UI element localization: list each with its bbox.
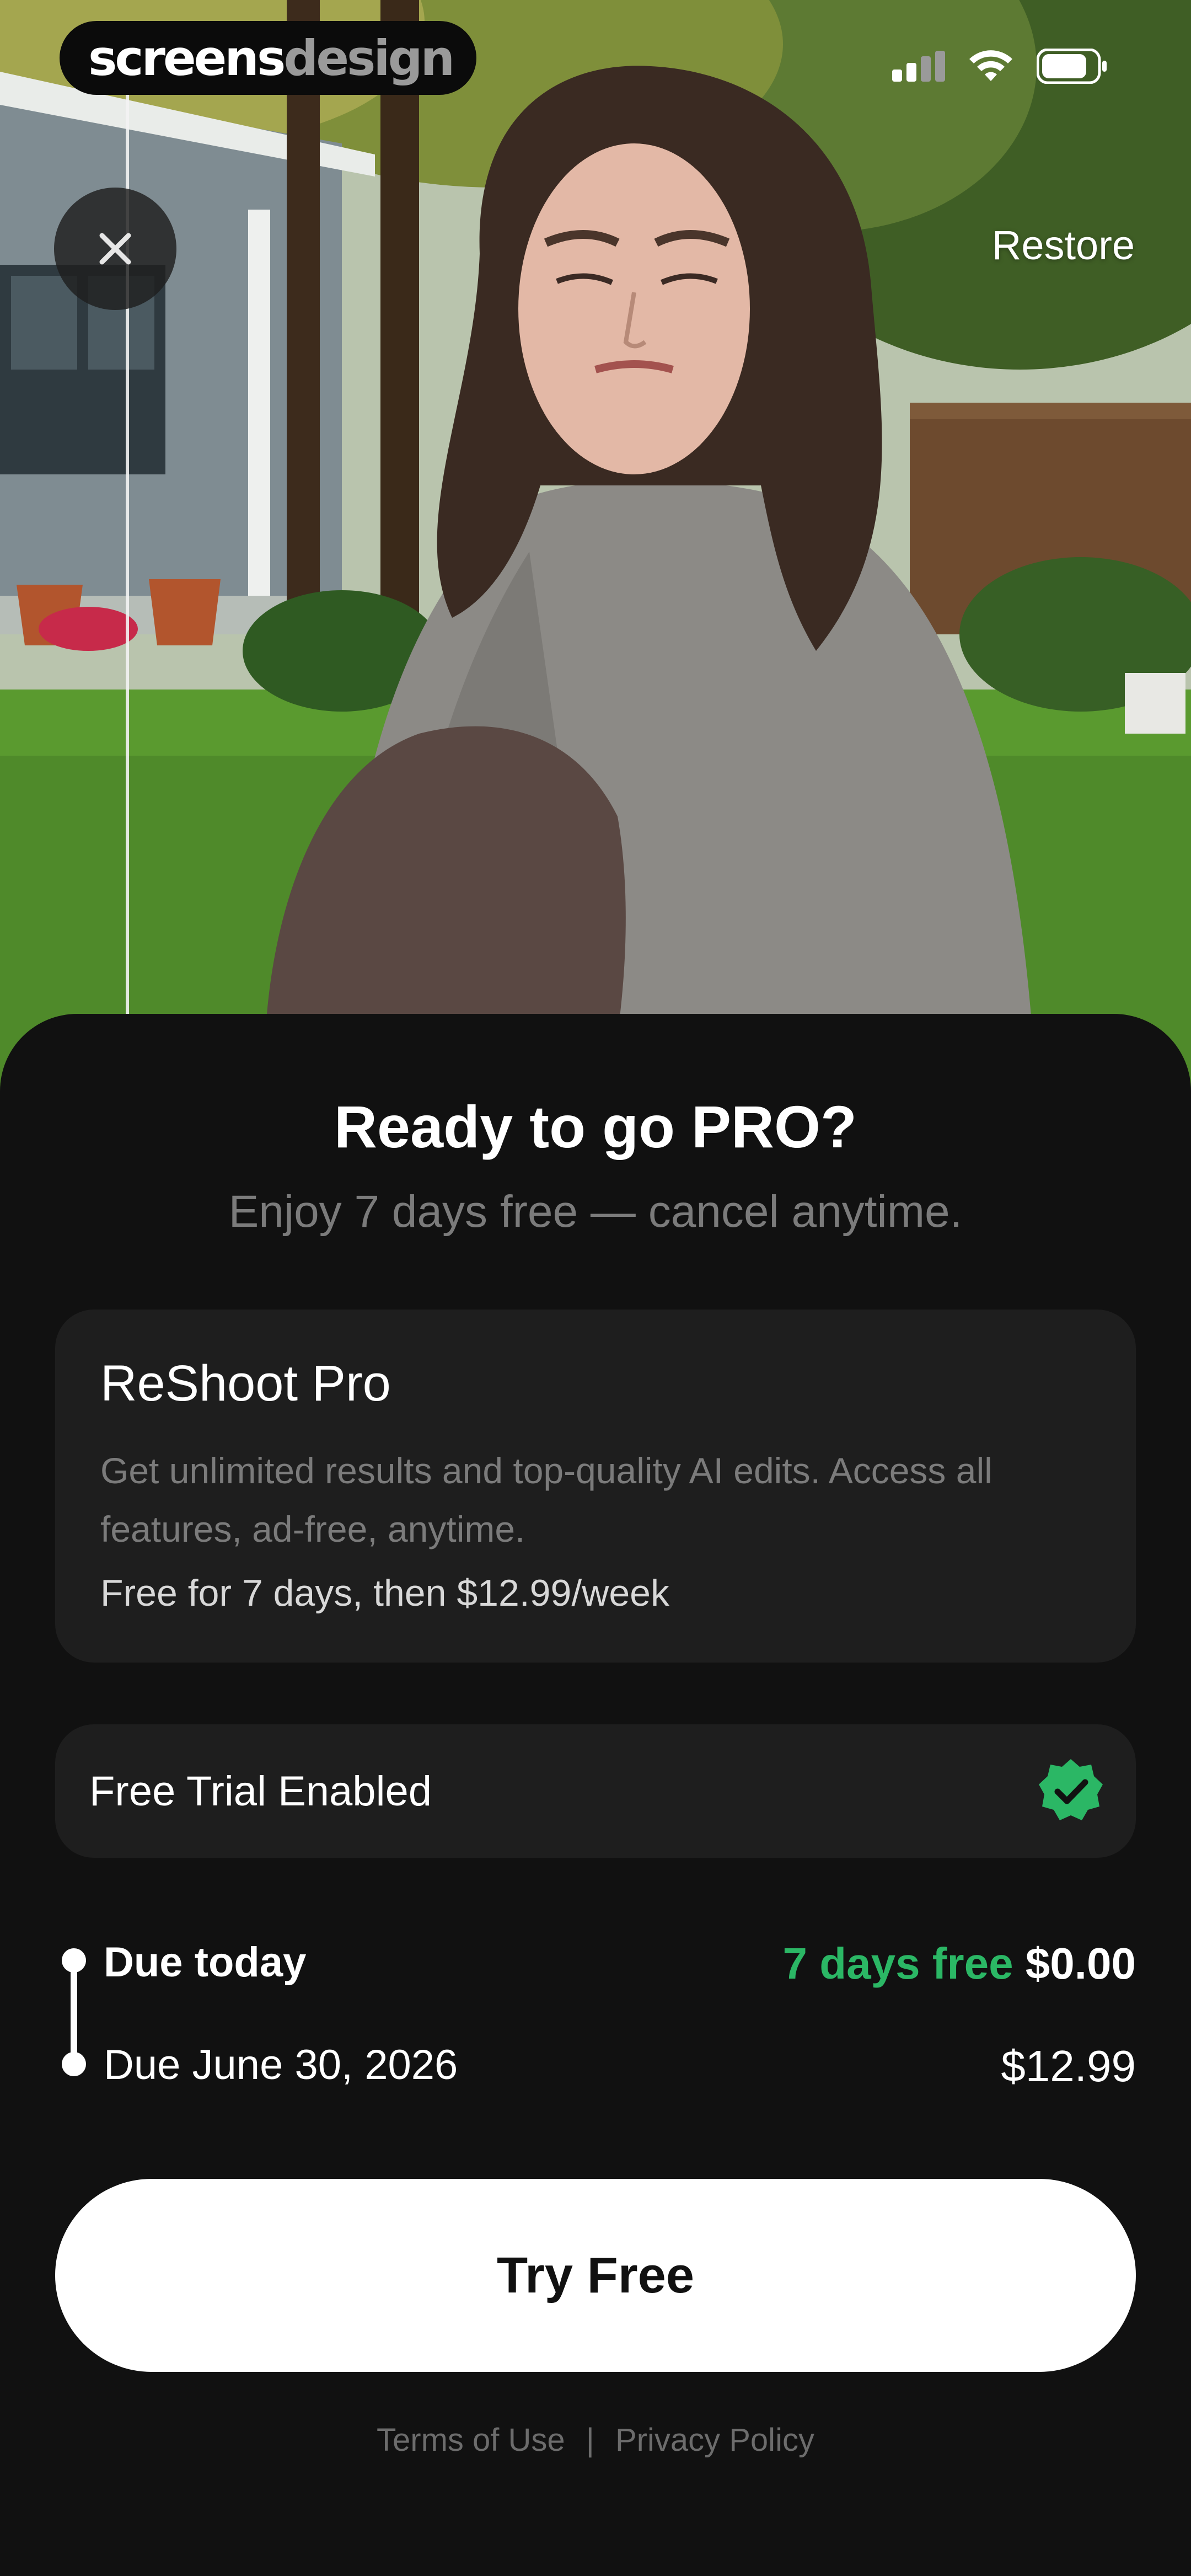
plan-card[interactable]: ReShoot Pro Get unlimited results and to… — [55, 1310, 1136, 1663]
plan-price-line: Free for 7 days, then $12.99/week — [100, 1572, 669, 1614]
verified-check-icon — [1039, 1759, 1103, 1820]
footer-separator: | — [586, 2422, 594, 2458]
wifi-icon — [969, 50, 1012, 81]
hero-illustration — [0, 0, 1191, 1098]
hero-photo — [0, 0, 1191, 1098]
paywall-headline: Ready to go PRO? — [334, 1093, 857, 1160]
due-later-label: Due June 30, 2026 — [104, 2041, 458, 2088]
timeline-dot-later — [62, 2052, 86, 2076]
free-trial-toggle[interactable]: Free Trial Enabled — [55, 1724, 1136, 1858]
paywall-subhead: Enjoy 7 days free — cancel anytime. — [228, 1187, 963, 1237]
restore-button[interactable]: Restore — [992, 222, 1135, 269]
close-icon — [99, 233, 131, 265]
brand-watermark: screens design — [60, 21, 476, 95]
due-later-amount: $12.99 — [1001, 2041, 1136, 2091]
timeline-dot-today — [62, 1948, 86, 1973]
terms-of-use-link[interactable]: Terms of Use — [377, 2422, 565, 2459]
timeline-connector — [71, 1959, 77, 2064]
due-today-value: 7 days free $0.00 — [783, 1938, 1136, 1989]
paywall-screen: screens design Restore Ready to go PRO? E… — [0, 0, 1191, 2576]
plan-title: ReShoot Pro — [100, 1355, 391, 1412]
brand-text-part1: screens — [88, 29, 286, 87]
privacy-policy-link[interactable]: Privacy Policy — [615, 2422, 814, 2459]
footer-links: Terms of Use | Privacy Policy — [0, 2422, 1191, 2459]
brand-text-part2: design — [283, 29, 455, 87]
status-icons — [892, 49, 1108, 84]
due-today-amount: $0.00 — [1025, 1939, 1136, 1988]
battery-icon — [1037, 49, 1107, 84]
try-free-button[interactable]: Try Free — [55, 2179, 1136, 2372]
cellular-signal-icon — [892, 51, 945, 82]
close-button[interactable] — [54, 188, 176, 310]
free-trial-label: Free Trial Enabled — [89, 1767, 432, 1815]
due-today-label: Due today — [104, 1939, 307, 1986]
due-today-promo: 7 days free — [782, 1939, 1013, 1988]
billing-timeline: Due today 7 days free $0.00 Due June 30,… — [55, 1931, 1136, 2096]
plan-description: Get unlimited results and top-quality AI… — [100, 1450, 993, 1549]
